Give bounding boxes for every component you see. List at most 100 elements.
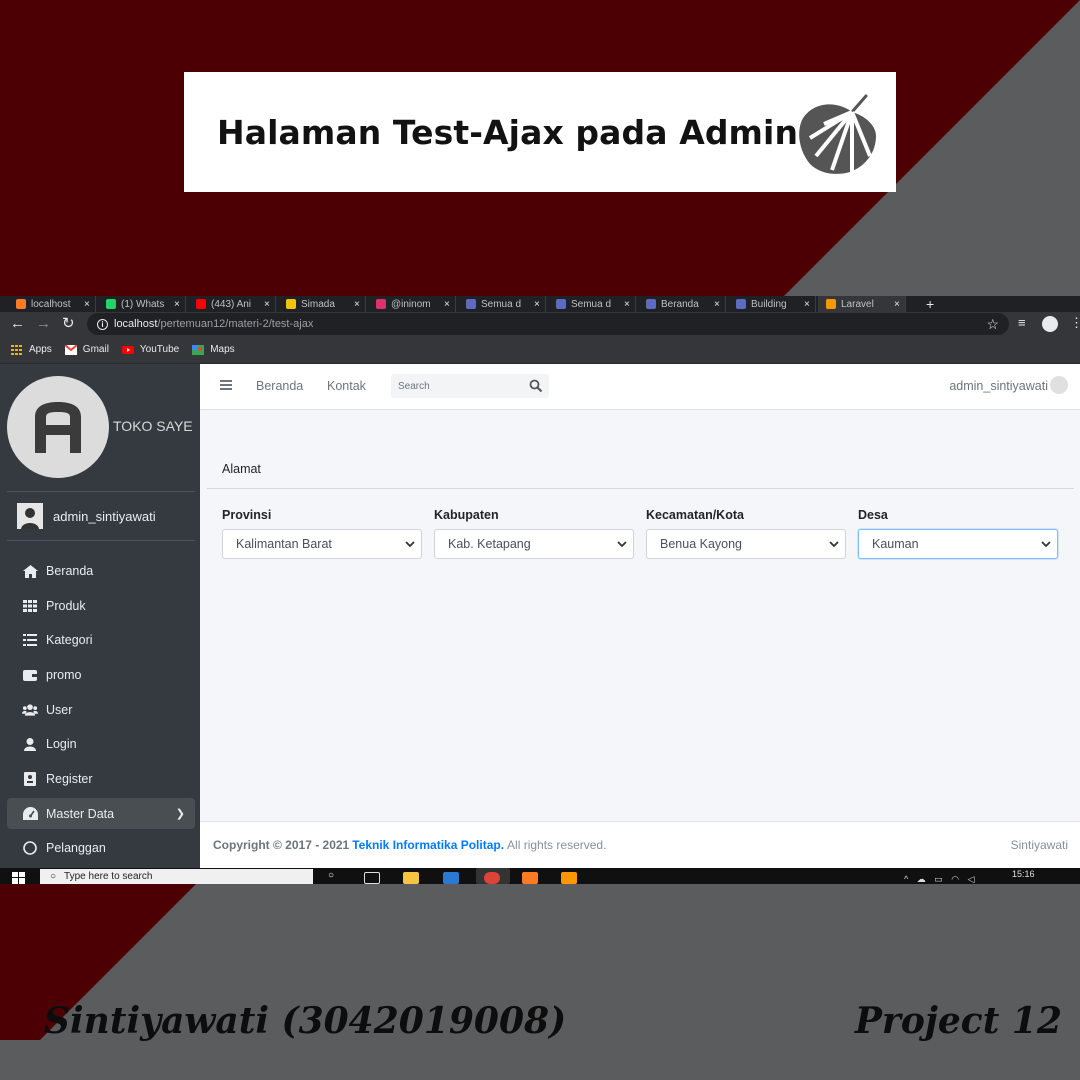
provinsi-field: Provinsi Kalimantan Barat	[222, 508, 422, 559]
browser-tab[interactable]: Building ×	[728, 296, 816, 312]
top-navbar: Beranda Kontak Search admin_sintiyawati	[200, 364, 1080, 410]
new-tab-button[interactable]: +	[918, 296, 942, 312]
browser-tab-active[interactable]: Laravel ×	[818, 296, 906, 312]
sidebar-item-promo[interactable]: promo	[7, 658, 195, 693]
cortana-icon[interactable]: ○	[328, 870, 344, 882]
close-icon[interactable]: ×	[444, 299, 450, 310]
instagram-icon	[376, 299, 386, 309]
sidebar-item-register[interactable]: Register	[7, 762, 195, 797]
wallet-icon	[22, 668, 38, 682]
close-icon[interactable]: ×	[264, 299, 270, 310]
user-icon	[22, 737, 38, 751]
sidebar-item-beranda[interactable]: Beranda	[7, 554, 195, 589]
navbar-user-name[interactable]: admin_sintiyawati	[949, 379, 1048, 393]
close-icon[interactable]: ×	[84, 299, 90, 310]
sidebar-item-master-data[interactable]: Master Data ❯	[7, 798, 195, 830]
copyright-text: Copyright © 2017 - 2021	[213, 838, 350, 852]
bookmark-apps[interactable]: Apps	[11, 344, 52, 355]
browser-tab-strip: localhost × (1) Whats × (443) Ani × Simada ×…	[0, 296, 1080, 312]
bookmark-youtube[interactable]: YouTube	[121, 344, 179, 355]
avatar	[17, 503, 43, 529]
browser-tab[interactable]: (443) Ani ×	[188, 296, 276, 312]
clock-time: 15:16	[1012, 869, 1035, 879]
chevron-down-icon: ❯	[175, 808, 185, 821]
browser-tab[interactable]: localhost ×	[8, 296, 96, 312]
desa-label: Desa	[858, 508, 888, 522]
nav-link-kontak[interactable]: Kontak	[327, 379, 366, 393]
chrome-icon[interactable]	[484, 872, 500, 884]
gmail-icon	[64, 344, 77, 355]
close-icon[interactable]: ×	[894, 299, 900, 310]
poster-title-card: Halaman Test-Ajax pada Admin	[184, 72, 896, 192]
forward-arrow-icon[interactable]: →	[36, 315, 51, 333]
chevron-down-icon	[1041, 541, 1051, 548]
close-icon[interactable]: ×	[624, 299, 630, 310]
browser-tab[interactable]: Semua d ×	[458, 296, 546, 312]
taskbar-search-input[interactable]: ○ Type here to search	[40, 869, 313, 884]
chevron-down-icon	[617, 541, 627, 548]
close-icon[interactable]: ×	[714, 299, 720, 310]
kabupaten-select[interactable]: Kab. Ketapang	[434, 529, 634, 559]
sublime-icon[interactable]	[561, 872, 577, 884]
hamburger-menu-icon[interactable]	[220, 380, 232, 390]
bookmark-star-icon[interactable]: ☆	[986, 316, 999, 333]
browser-tab[interactable]: @ininom ×	[368, 296, 456, 312]
content-wrapper: Alamat Provinsi Kalimantan Barat Kabupat…	[200, 410, 1080, 821]
bookmark-maps[interactable]: Maps	[192, 344, 235, 355]
browser-tab[interactable]: Simada ×	[278, 296, 366, 312]
kecamatan-field: Kecamatan/Kota Benua Kayong	[646, 508, 846, 559]
nav-link-beranda[interactable]: Beranda	[256, 379, 303, 393]
provinsi-select[interactable]: Kalimantan Barat	[222, 529, 422, 559]
brand-link[interactable]: TOKO SAYE	[7, 376, 197, 480]
users-icon	[22, 703, 38, 717]
poster-project: Project 12	[854, 1000, 1062, 1042]
brand-letter-a-icon	[35, 402, 81, 453]
search-input[interactable]: Search	[391, 374, 549, 398]
reload-icon[interactable]: ↻	[62, 315, 75, 333]
sidebar-item-produk[interactable]: Produk	[7, 589, 195, 624]
xampp-icon[interactable]	[522, 872, 538, 884]
section-title: Alamat	[222, 462, 261, 476]
browser-tab[interactable]: Semua d ×	[548, 296, 636, 312]
desa-select[interactable]: Kauman	[858, 529, 1058, 559]
file-explorer-icon[interactable]	[403, 872, 419, 884]
sidebar-item-user[interactable]: User	[7, 692, 195, 727]
laravel-icon	[826, 299, 836, 309]
browser-tab[interactable]: (1) Whats ×	[98, 296, 186, 312]
browser-screenshot: localhost × (1) Whats × (443) Ani × Simada ×…	[0, 296, 1080, 884]
kabupaten-label: Kabupaten	[434, 508, 499, 522]
close-icon[interactable]: ×	[174, 299, 180, 310]
system-tray-icons[interactable]: ^ ☁ ▭ ◠ ◁	[904, 874, 978, 884]
id-card-icon	[22, 771, 38, 786]
main-footer: Copyright © 2017 - 2021 Teknik Informati…	[200, 821, 1080, 868]
browser-tab[interactable]: Beranda ×	[638, 296, 726, 312]
media-control-icon[interactable]: ≡	[1018, 315, 1026, 330]
windows-start-icon[interactable]	[12, 872, 25, 884]
menu-kebab-icon[interactable]: ⋮	[1070, 315, 1080, 331]
kecamatan-select[interactable]: Benua Kayong	[646, 529, 846, 559]
sidebar-item-kategori[interactable]: Kategori	[7, 623, 195, 658]
footer-link[interactable]: Teknik Informatika Politap.	[352, 838, 504, 852]
info-icon[interactable]: i	[97, 318, 108, 330]
navbar-avatar[interactable]	[1050, 376, 1068, 394]
close-icon[interactable]: ×	[534, 299, 540, 310]
user-panel[interactable]: admin_sintiyawati	[7, 491, 195, 541]
close-icon[interactable]: ×	[354, 299, 360, 310]
rights-text: All rights reserved.	[507, 838, 607, 852]
home-icon	[22, 564, 38, 578]
grid-icon	[22, 599, 38, 613]
url-bar[interactable]: i localhost/pertemuan12/materi-2/test-aj…	[87, 313, 1009, 335]
user-name: admin_sintiyawati	[53, 508, 156, 524]
close-icon[interactable]: ×	[804, 299, 810, 310]
profile-avatar-icon[interactable]	[1042, 316, 1058, 332]
dashboard-icon	[22, 807, 38, 821]
sidebar-item-login[interactable]: Login	[7, 727, 195, 762]
sidebar-item-pelanggan[interactable]: Pelanggan	[7, 831, 195, 866]
mail-icon[interactable]	[443, 872, 459, 884]
back-arrow-icon[interactable]: ←	[10, 315, 25, 333]
task-view-icon[interactable]	[364, 872, 380, 884]
list-icon	[22, 633, 38, 647]
bookmark-gmail[interactable]: Gmail	[64, 344, 109, 355]
search-icon[interactable]	[529, 379, 543, 393]
site-icon	[736, 299, 746, 309]
